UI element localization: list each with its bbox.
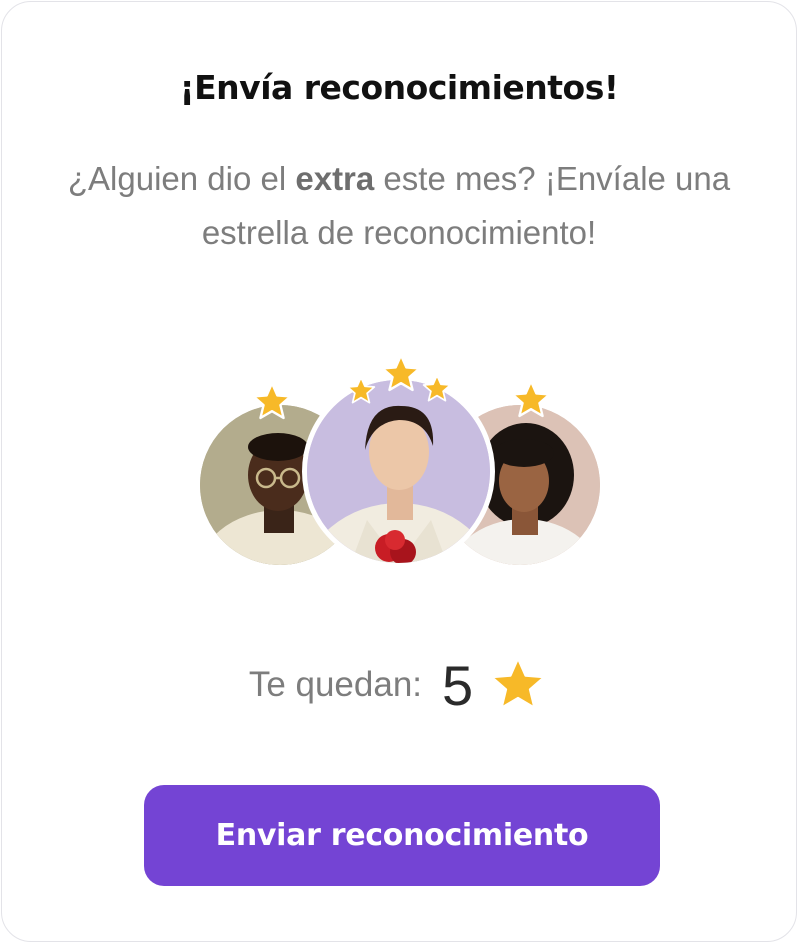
subtitle-text-before: ¿Alguien dio el (67, 160, 296, 197)
star-icon (346, 376, 376, 404)
star-icon (511, 380, 551, 418)
send-recognition-button[interactable]: Enviar reconocimiento (144, 785, 660, 886)
star-icon (422, 374, 452, 402)
recognition-card: ¡Envía reconocimientos! ¿Alguien dio el … (1, 1, 797, 942)
star-icon (252, 382, 292, 420)
avatar-center (302, 375, 495, 568)
card-title: ¡Envía reconocimientos! (179, 68, 619, 107)
star-icon (491, 657, 546, 709)
remaining-label: Te quedan: (248, 665, 423, 704)
avatar-group (192, 347, 612, 577)
remaining-stars: Te quedan: 5 (2, 650, 796, 720)
star-icon (381, 354, 421, 392)
remaining-count: 5 (442, 653, 474, 717)
subtitle-text-bold: extra (295, 160, 375, 197)
card-subtitle: ¿Alguien dio el extra este mes? ¡Envíale… (42, 152, 756, 260)
